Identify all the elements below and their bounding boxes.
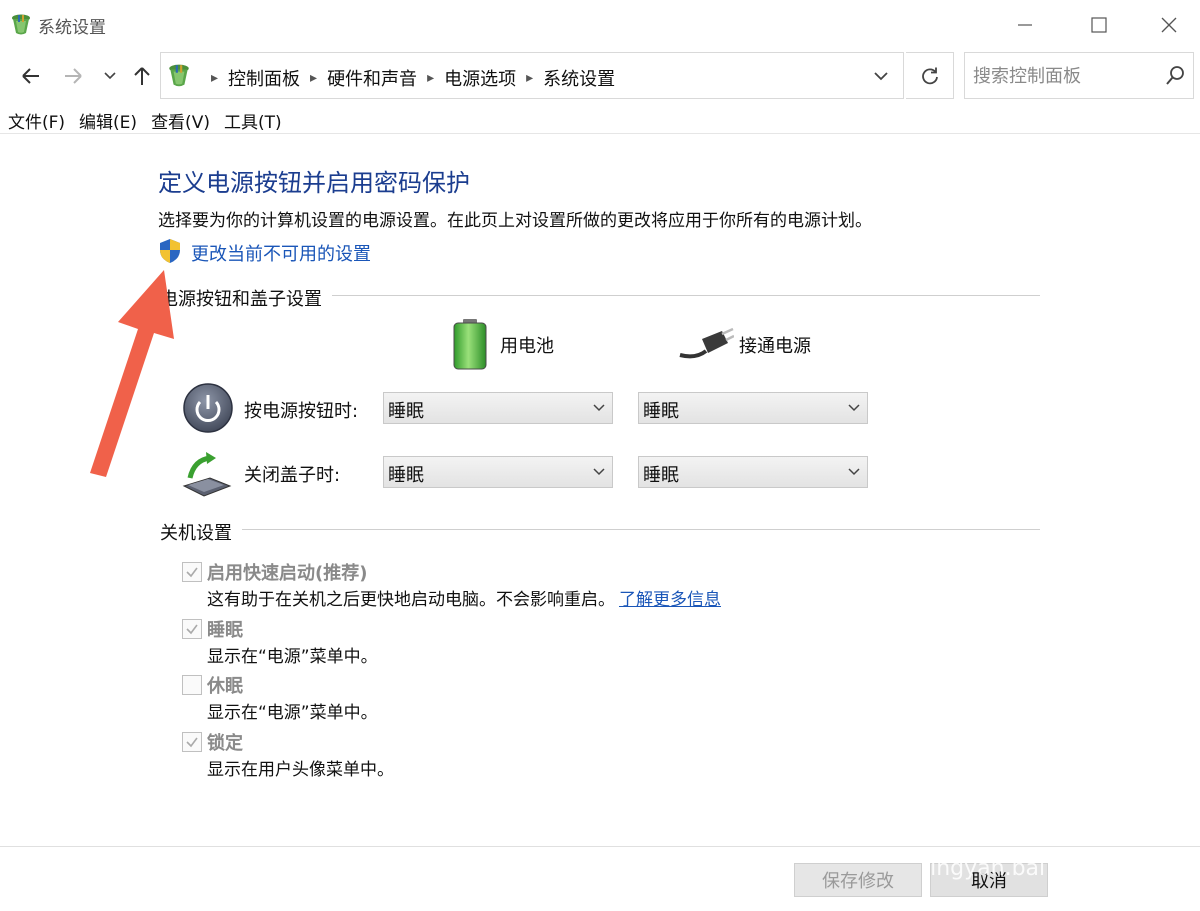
watermark: jingyan.bai [924,856,1046,881]
chevron-down-icon[interactable] [869,65,893,87]
select-value: 睡眠 [643,465,679,486]
checkmark-icon [186,567,198,578]
fast-startup-title: 启用快速启动(推荐) [207,563,368,584]
fast-startup-desc-text: 这有助于在关机之后更快地启动电脑。不会影响重启。 [207,590,615,610]
chevron-right-icon: ▸ [211,70,219,86]
forward-button[interactable] [60,63,86,89]
fast-startup-checkbox[interactable] [182,562,202,582]
chevron-right-icon[interactable]: ▸ [427,70,434,86]
search-box[interactable] [964,52,1194,99]
menu-file[interactable]: 文件(F) [0,104,71,133]
annotation-arrow-icon [90,270,174,477]
refresh-icon [921,67,938,84]
menu-edit[interactable]: 编辑(E) [71,104,143,133]
search-input[interactable] [973,61,1163,91]
chevron-down-icon [848,468,860,476]
lock-checkbox[interactable] [182,732,202,752]
close-lid-battery-select[interactable]: 睡眠 [383,456,613,488]
menu-view[interactable]: 查看(V) [143,104,216,133]
column-header-battery: 用电池 [500,336,554,357]
lock-title: 锁定 [207,733,243,754]
control-panel-icon [12,14,30,35]
page-title: 定义电源按钮并启用密码保护 [158,169,470,197]
power-plug-icon [679,327,734,359]
hibernate-checkbox[interactable] [182,675,202,695]
sleep-description: 显示在“电源”菜单中。 [207,647,378,667]
search-icon[interactable] [1165,65,1185,87]
back-button[interactable] [18,63,44,89]
close-icon [1161,17,1177,33]
arrow-right-icon [65,68,82,84]
minimize-button[interactable] [990,0,1060,50]
hibernate-description: 显示在“电源”菜单中。 [207,703,378,723]
change-unavailable-settings-link[interactable]: 更改当前不可用的设置 [191,240,371,266]
maximize-button[interactable] [1064,0,1134,50]
lock-description: 显示在用户头像菜单中。 [207,760,394,780]
learn-more-link[interactable]: 了解更多信息 [619,590,721,610]
close-button[interactable] [1134,0,1200,50]
battery-icon [453,319,487,370]
menu-bar: 文件(F) 编辑(E) 查看(V) 工具(T) [0,104,1200,134]
chevron-right-icon[interactable]: ▸ [526,70,533,86]
arrow-left-icon [22,68,39,84]
breadcrumb-item-power-options[interactable]: 电源选项 [444,65,516,91]
title-bar: 系统设置 [0,0,1200,50]
up-button[interactable] [130,63,154,89]
breadcrumb: ▸ 控制面板 ▸ 硬件和声音 ▸ 电源选项 ▸ 系统设置 [201,65,615,91]
control-panel-icon [169,64,189,87]
power-button-battery-select[interactable]: 睡眠 [383,392,613,424]
arrow-up-icon [134,67,150,85]
breadcrumb-item-control-panel[interactable]: 控制面板 [228,65,300,91]
page-description: 选择要为你的计算机设置的电源设置。在此页上对设置所做的更改将应用于你所有的电源计… [158,211,872,231]
breadcrumb-item-hardware-sound[interactable]: 硬件和声音 [327,65,417,91]
save-button[interactable]: 保存修改 [794,863,922,897]
chevron-right-icon[interactable]: ▸ [310,70,317,86]
footer-divider [0,846,1200,847]
power-button-plugged-select[interactable]: 睡眠 [638,392,868,424]
checkmark-icon [186,624,198,635]
chevron-down-icon [593,468,605,476]
breadcrumb-item-system-settings[interactable]: 系统设置 [543,65,615,91]
select-value: 睡眠 [643,401,679,422]
column-header-plugged-in: 接通电源 [739,336,811,357]
checkmark-icon [186,737,198,748]
recent-pages-button[interactable] [100,63,120,89]
power-button-label: 按电源按钮时: [244,401,359,422]
hibernate-title: 休眠 [207,676,243,697]
chevron-down-icon [593,404,605,412]
shutdown-group-label: 关机设置 [160,519,242,545]
close-lid-label: 关闭盖子时: [244,465,341,486]
sleep-title: 睡眠 [207,620,243,641]
sleep-checkbox[interactable] [182,619,202,639]
close-lid-plugged-select[interactable]: 睡眠 [638,456,868,488]
select-value: 睡眠 [388,401,424,422]
refresh-button[interactable] [906,52,954,99]
maximize-icon [1091,17,1107,33]
window-title: 系统设置 [38,18,106,38]
chevron-down-icon [848,404,860,412]
address-bar[interactable]: ▸ 控制面板 ▸ 硬件和声音 ▸ 电源选项 ▸ 系统设置 [160,52,904,99]
group-divider [160,529,1040,530]
minimize-icon [1018,24,1032,26]
select-value: 睡眠 [388,465,424,486]
chevron-down-icon [104,72,116,80]
menu-tools[interactable]: 工具(T) [216,104,288,133]
fast-startup-description: 这有助于在关机之后更快地启动电脑。不会影响重启。 了解更多信息 [207,585,721,610]
